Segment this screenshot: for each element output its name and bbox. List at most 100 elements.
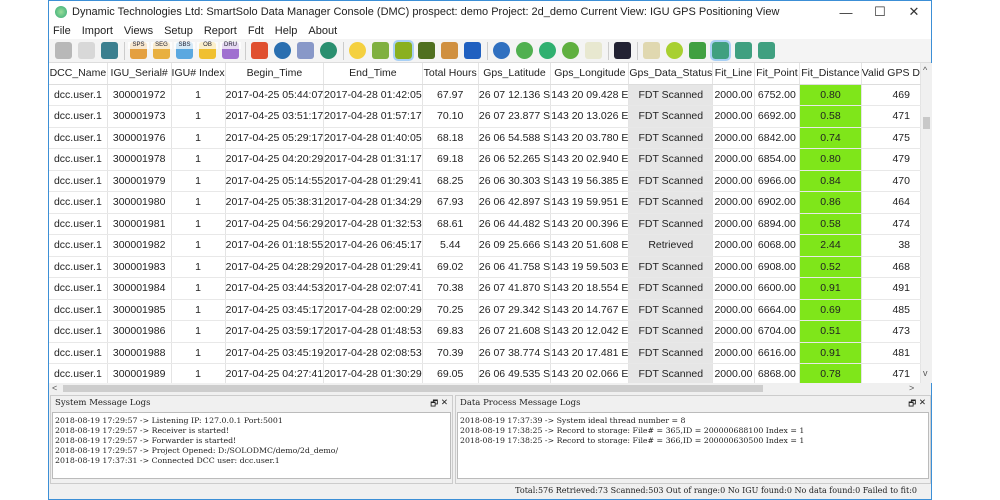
wave-icon[interactable] [516,42,533,59]
float-panel-icon[interactable]: 🗗 [430,398,438,409]
cell-igu-serial-: 300001984 [107,277,172,300]
horizontal-scrollbar[interactable]: < > [49,383,921,394]
book-icon[interactable] [464,42,481,59]
maximize-button[interactable]: ☐ [863,4,897,20]
cell-valid-gps-d: 471 [861,105,921,128]
open-icon[interactable] [78,42,95,59]
column-header[interactable]: IGU# Index [171,63,226,85]
import-ob-icon[interactable]: OB [197,42,218,59]
column-header[interactable]: Fit_Distance [799,63,862,85]
cell-gps-longitude: 143 20 00.396 E [550,213,630,235]
close-button[interactable]: ✕ [897,4,931,20]
menu-help[interactable]: Help [275,25,298,37]
menu-about[interactable]: About [308,25,337,37]
table-row[interactable]: dcc.user.1 300001972 1 2017-04-25 05:44:07 2… [49,84,921,106]
cell-total-hours: 70.38 [422,277,479,300]
vertical-scrollbar[interactable]: ^ v [921,63,932,383]
cell-gps-data-status: FDT Scanned [628,320,714,343]
table-row[interactable]: dcc.user.1 300001983 1 2017-04-25 04:28:29 2… [49,256,921,278]
table-row[interactable]: dcc.user.1 300001979 1 2017-04-25 05:14:55 2… [49,170,921,192]
column-header[interactable]: End_Time [323,63,423,85]
cell-begin-time: 2017-04-25 03:44:53 [225,277,325,300]
table-row[interactable]: dcc.user.1 300001976 1 2017-04-25 05:29:17 2… [49,127,921,149]
cell-fit-line: 2000.00 [712,277,755,300]
table-row[interactable]: dcc.user.1 300001980 1 2017-04-25 05:38:31 2… [49,191,921,214]
cell-valid-gps-d: 481 [861,342,921,364]
cell-igu-index: 1 [171,342,226,364]
column-header[interactable]: Fit_Point [754,63,801,85]
cell-end-time: 2017-04-28 01:48:53 [323,320,423,343]
import-dru-icon[interactable]: DRU [220,42,241,59]
import-sps-icon[interactable]: SPS [128,42,149,59]
table-row[interactable]: dcc.user.1 300001984 1 2017-04-25 03:44:53 2… [49,277,921,300]
menu-views[interactable]: Views [124,25,153,37]
close-panel-icon[interactable]: ✕ [919,398,926,409]
float-panel-icon[interactable]: 🗗 [908,398,916,409]
menu-fdt[interactable]: Fdt [248,25,264,37]
menu-import[interactable]: Import [82,25,113,37]
close-panel-icon[interactable]: ✕ [441,398,448,409]
column-header[interactable]: Fit_Line [712,63,755,85]
filter-icon[interactable] [562,42,579,59]
table-row[interactable]: dcc.user.1 300001981 1 2017-04-25 04:56:29 2… [49,213,921,235]
new-project-icon[interactable] [55,42,72,59]
minimize-button[interactable]: — [829,5,863,20]
checklist-add-icon[interactable] [758,42,775,59]
map-pin-icon[interactable] [372,42,389,59]
scroll-right-icon[interactable]: > [909,383,914,393]
import-seg-icon[interactable]: SEG [151,42,172,59]
horizontal-scroll-thumb[interactable] [63,385,763,392]
table-row[interactable]: dcc.user.1 300001986 1 2017-04-25 03:59:17 2… [49,320,921,343]
cell-igu-index: 1 [171,105,226,128]
report-filter-icon[interactable] [643,42,660,59]
column-header[interactable]: IGU_Serial# [107,63,172,85]
menu-file[interactable]: File [53,25,71,37]
vertical-scroll-thumb[interactable] [923,117,930,129]
terrain-icon[interactable] [418,42,435,59]
column-header[interactable]: Total Hours [422,63,479,85]
target-icon[interactable] [689,42,706,59]
column-header[interactable]: Gps_Data_Status [628,63,714,85]
link-icon[interactable] [297,42,314,59]
globe-icon[interactable] [274,42,291,59]
column-header[interactable]: Gps_Latitude [478,63,552,85]
device-icon[interactable] [614,42,631,59]
world-icon[interactable] [493,42,510,59]
column-header[interactable]: DCC_Name [49,63,108,85]
cell-fit-distance: 0.80 [799,84,862,106]
menu-setup[interactable]: Setup [164,25,193,37]
column-header[interactable]: Begin_Time [225,63,325,85]
cell-fit-point: 6068.00 [754,234,801,257]
cell-gps-latitude: 26 07 29.342 S [478,299,552,321]
folder-photo-icon[interactable] [441,42,458,59]
table-row[interactable]: dcc.user.1 300001982 1 2017-04-26 01:18:55 2… [49,234,921,257]
cell-gps-data-status: FDT Scanned [628,213,714,235]
list-icon[interactable] [251,42,268,59]
checklist-icon[interactable] [710,40,731,61]
sun-icon[interactable] [349,42,366,59]
checklist-remove-icon[interactable] [735,42,752,59]
gps-view-icon[interactable] [393,40,414,61]
import-sbs-icon[interactable]: SBS [174,42,195,59]
table-row[interactable]: dcc.user.1 300001988 1 2017-04-25 03:45:19 2… [49,342,921,364]
scroll-down-icon[interactable]: v [923,368,928,378]
document-icon[interactable] [585,42,602,59]
scroll-up-icon[interactable]: ^ [923,65,927,75]
column-header[interactable]: Gps_Longitude [550,63,630,85]
table-row[interactable]: dcc.user.1 300001973 1 2017-04-25 03:51:17 2… [49,105,921,128]
cell-fit-distance: 0.69 [799,299,862,321]
table-row[interactable]: dcc.user.1 300001978 1 2017-04-25 04:20:29 2… [49,148,921,171]
cell-gps-data-status: FDT Scanned [628,299,714,321]
column-header[interactable]: Valid GPS D [861,63,921,85]
ball-icon[interactable] [666,42,683,59]
cell-gps-latitude: 26 06 52.265 S [478,148,552,171]
scroll-left-icon[interactable]: < [52,383,57,393]
menu-report[interactable]: Report [204,25,237,37]
cell-begin-time: 2017-04-25 04:20:29 [225,148,325,171]
table-row[interactable]: dcc.user.1 300001985 1 2017-04-25 03:45:17 2… [49,299,921,321]
refresh-icon[interactable] [539,42,556,59]
grid-globe-icon[interactable] [320,42,337,59]
robot-icon[interactable] [101,42,118,59]
cell-gps-data-status: FDT Scanned [628,170,714,192]
table-row[interactable]: dcc.user.1 300001989 1 2017-04-25 04:27:41 2… [49,363,921,383]
